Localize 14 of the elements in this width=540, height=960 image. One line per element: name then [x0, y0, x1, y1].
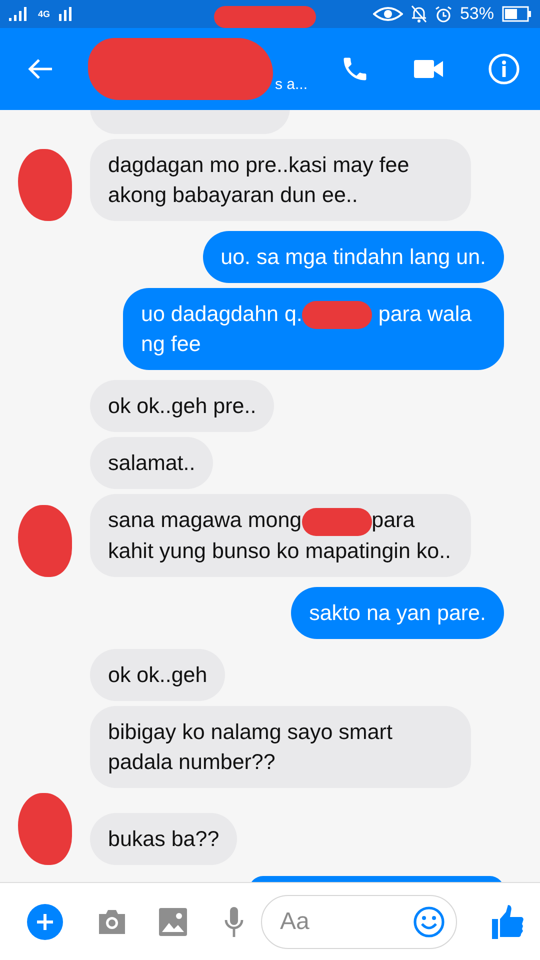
message-text: dagdagan mo pre..kasi may fee akong babayaran dun ee..: [108, 153, 410, 207]
network-label: 4G: [38, 10, 50, 18]
message-text: ok ok..geh: [108, 662, 208, 687]
message-text: bibigay ko nalamg sayo smart padala number??: [108, 720, 392, 774]
message-text: salamat..: [108, 451, 196, 476]
battery-percent: 53%: [460, 4, 494, 24]
message-text: sakto na yan pare.: [309, 600, 486, 625]
message-text: uo dadagdahn q. para wala ng fee: [141, 302, 472, 356]
message-text: sana magawa mong para kahit yung bunso ko mapatingin ko..: [108, 508, 452, 563]
message-text: ok ok..geh pre..: [108, 394, 256, 418]
header-subtitle: s a...: [275, 76, 308, 93]
message-text: uo. sa mga tindahn lang un.: [220, 245, 486, 269]
message-text: bukas ba??: [108, 826, 220, 851]
message-field[interactable]: Aa: [261, 894, 457, 948]
